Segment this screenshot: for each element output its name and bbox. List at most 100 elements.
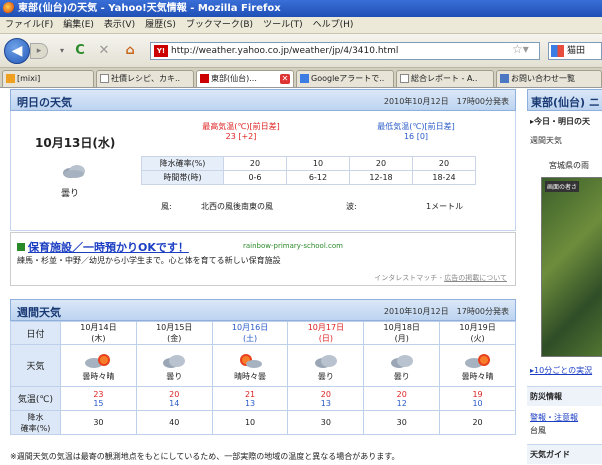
low-temp-value: 16 [0] — [403, 132, 429, 141]
search-box[interactable]: 猫田 — [548, 42, 602, 60]
cloud-icon — [163, 354, 186, 368]
bookmark-star-icon[interactable]: ☆▾ — [512, 42, 529, 56]
menu-bar: ファイル(F) 編集(E) 表示(V) 履歴(S) ブックマーク(B) ツール(T) ヘルプ… — [0, 17, 602, 34]
time-label: 時間帯(時) — [141, 170, 224, 185]
home-icon[interactable]: ⌂ — [122, 43, 138, 59]
close-tab-icon[interactable]: ✕ — [280, 74, 290, 84]
search-text: 猫田 — [567, 46, 586, 56]
tab-google-alerts[interactable]: Googleアラートで.. — [296, 70, 394, 87]
time-value: 18-24 — [412, 170, 476, 185]
tab-weather[interactable]: 東部(仙台)... ✕ — [196, 70, 294, 87]
tab-mixi[interactable]: [mixi] — [2, 70, 94, 87]
forward-arrow-icon: ▸ — [36, 46, 42, 56]
tomorrow-forecast: 10月13日(水) 曇り 最高気温(℃)[前日差] 23 [+2] 最低気温(℃… — [10, 111, 516, 231]
day-rain: 40 — [135, 410, 213, 435]
high-temp-value: 23 [+2] — [225, 132, 257, 141]
tomorrow-weather: 曇り — [61, 189, 80, 199]
wind-value: 北西の風後南東の風 — [201, 202, 273, 211]
weather-text: 晴時々曇 — [234, 371, 267, 381]
high-temp-text: 21 — [244, 389, 256, 399]
menu-help[interactable]: ヘルプ(H) — [308, 17, 359, 34]
day-date: 10月19日 (火) — [439, 321, 516, 345]
low-temp-text: 15 — [93, 398, 104, 408]
tomorrow-published: 2010年10月12日 17時00分発表 — [383, 97, 509, 106]
day-weather: 曇時々晴 — [439, 344, 516, 387]
menu-tools[interactable]: ツール(T) — [258, 17, 308, 34]
history-dropdown-icon[interactable]: ▾ — [54, 43, 70, 59]
menu-bookmarks[interactable]: ブックマーク(B) — [181, 17, 258, 34]
rain-label: 降水確率(%) — [141, 156, 224, 171]
sun-cloud-icon — [240, 353, 263, 368]
google-favicon-icon — [300, 74, 309, 83]
rain-probability-table: 降水確率(%) 20 10 20 20 時間帯(時) 0-6 6-12 12-1… — [141, 156, 476, 185]
window-title-bar: 東部(仙台)の天気 - Yahoo!天気情報 - Mozilla Firefox — [0, 0, 602, 17]
reload-icon[interactable]: C — [72, 43, 88, 59]
tab-report[interactable]: 総合レポート - A.. — [396, 70, 494, 87]
high-temp-text: 20 — [169, 389, 180, 399]
tomorrow-header: 明日の天気 2010年10月12日 17時00分発表 — [10, 89, 516, 111]
high-temp-text: 20 — [320, 389, 331, 399]
sun-cloud-icon — [85, 353, 111, 368]
typhoon-item[interactable]: 台風 — [527, 423, 602, 436]
side-column: 東部(仙台) ニ ▸今日・明日の天 週間天気 宮城県の雨 画面の者さ ▸10分ご… — [527, 89, 602, 465]
time-value: 0-6 — [223, 170, 287, 185]
menu-edit[interactable]: 編集(E) — [58, 17, 99, 34]
side-title: 東部(仙台) ニ — [527, 89, 602, 111]
day-temp: 23 15 — [60, 386, 137, 411]
time-value: 12-18 — [349, 170, 413, 185]
day-rain: 20 — [439, 410, 516, 435]
dow-text: (火) — [470, 334, 485, 343]
weekly-note: ※週間天気の気温は最寄の観測地点をもとにしているため、一部実際の地域の温度と異な… — [10, 452, 400, 461]
low-temp-label: 最低気温(℃)[前日差] — [377, 122, 455, 131]
weekly-title: 週間天気 — [17, 306, 61, 319]
tomorrow-title: 明日の天気 — [17, 96, 72, 109]
tab-recipe[interactable]: 社價レシピ、カキ.. — [96, 70, 194, 87]
sun-cloud-icon — [464, 353, 490, 368]
wave-label: 波: — [346, 202, 357, 211]
weather-guide-heading: 天気ガイド — [527, 444, 602, 464]
warning-link[interactable]: 警報・注意報 — [527, 406, 602, 423]
weekly-link[interactable]: 週間天気 — [527, 127, 602, 146]
row-label-rain: 降水 確率(%) — [10, 410, 61, 435]
rain-radar-map[interactable]: 画面の者さ — [541, 177, 602, 357]
weather-text: 曇り — [166, 371, 183, 381]
google-search-icon — [551, 45, 564, 57]
day-date: 10月18日 (月) — [363, 321, 441, 345]
date-text: 10月19日 — [459, 323, 496, 332]
forward-button[interactable]: ▸ — [30, 43, 48, 59]
wind-label: 風: — [161, 202, 172, 211]
ad-title-link[interactable]: 保育施設／一時預かりOKです！ — [17, 239, 189, 255]
weekly-table: 日付 10月14日 (木) 10月15日 (金) 10月16日 (土) 10月17日 (… — [10, 321, 516, 435]
menu-history[interactable]: 履歴(S) — [140, 17, 181, 34]
day-temp: 20 12 — [363, 386, 441, 411]
rain-value: 20 — [223, 156, 287, 171]
day-date: 10月16日 (土) — [211, 321, 289, 345]
menu-view[interactable]: 表示(V) — [99, 17, 140, 34]
url-text: http://weather.yahoo.co.jp/weather/jp/4/… — [171, 46, 399, 56]
rain-value: 20 — [349, 156, 413, 171]
url-bar[interactable]: Y! http://weather.yahoo.co.jp/weather/jp… — [150, 42, 540, 60]
weather-text: 曇り — [317, 371, 334, 381]
today-tomorrow-link[interactable]: ▸今日・明日の天 — [527, 111, 602, 127]
low-temp: 最低気温(℃)[前日差] 16 [0] — [356, 121, 476, 141]
yahoo-favicon-icon — [200, 74, 209, 83]
ad-placement-link[interactable]: 広告の掲載について — [444, 274, 507, 282]
rain-value: 10 — [286, 156, 350, 171]
high-temp-text: 19 — [472, 389, 483, 399]
date-text: 10月15日 — [156, 323, 193, 332]
back-button[interactable]: ◀ — [4, 38, 30, 64]
menu-file[interactable]: ファイル(F) — [0, 17, 58, 34]
date-text: 10月18日 — [383, 323, 420, 332]
ad-url[interactable]: rainbow-primary-school.com — [243, 242, 343, 250]
stop-icon[interactable]: ✕ — [96, 43, 112, 59]
tab-label: 東部(仙台)... — [211, 74, 257, 83]
high-temp-label: 最高気温(℃)[前日差] — [202, 122, 280, 131]
weather-text: 曇り — [393, 371, 410, 381]
cloud-icon — [314, 354, 337, 368]
disaster-info-heading: 防災情報 — [527, 386, 602, 406]
tab-inquiries[interactable]: お問い合わせ一覧 — [496, 70, 602, 87]
dow-text: (月) — [394, 334, 409, 343]
weekly-forecast: 週間天気 2010年10月12日 17時00分発表 日付 10月14日 (木) 1… — [10, 299, 516, 435]
prefecture-rain-title: 宮城県の雨 — [549, 161, 589, 170]
ten-minute-link[interactable]: ▸10分ごとの実況 — [527, 357, 602, 376]
